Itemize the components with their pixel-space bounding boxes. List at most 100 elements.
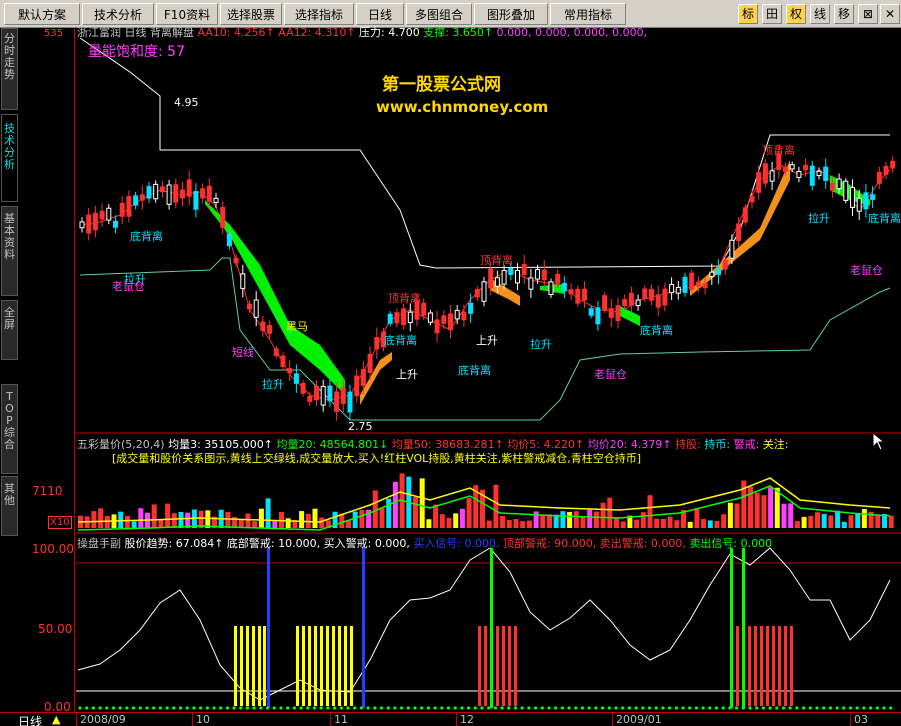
signal-dot [493,706,497,710]
signal-dot [178,706,183,710]
signal-dot [487,706,491,710]
signal-dot [594,706,598,710]
bottom-alert-bar [326,626,329,706]
support-value: 支撑: 3.650↑ [423,26,494,39]
candle-body [206,185,212,202]
signal-dot [674,706,678,710]
menu-multi-chart[interactable]: 多图组合 [406,3,472,25]
candle-body [468,302,474,314]
menu-select-stock[interactable]: 选择股票 [220,3,282,25]
signal-dot [634,706,638,710]
tab-other[interactable]: 其他 [1,476,18,536]
signal-dot [225,706,229,710]
signal-dot [219,706,223,710]
signal-dot [547,706,551,710]
signal-bar [490,548,493,708]
candle-body [119,202,125,217]
line-tool-button[interactable]: 线 [810,4,830,24]
signal-dot [654,706,658,710]
candle-body [481,281,487,302]
top-alert-bar [778,626,781,706]
candle-body [247,303,252,310]
bottom-alert-bar [332,626,335,706]
candle-body [280,355,286,367]
signal-dot [741,706,745,710]
volume-bar [225,511,231,528]
chart-annotation: 老鼠仓 [594,368,627,381]
candle-body [608,308,614,318]
menu-select-indicator[interactable]: 选择指标 [284,3,354,25]
top-alert-bar [772,626,775,706]
volume-bar [178,511,184,528]
restore-icon[interactable]: ⊠ [858,4,878,24]
volume-bar [573,511,579,528]
signal-dot [755,706,759,710]
candle-body [387,313,393,324]
volume-bar [560,511,566,528]
signal-dot [862,706,866,710]
menu-default-scheme[interactable]: 默认方案 [4,3,80,25]
candle-body [535,269,541,280]
candle-body [749,195,755,203]
menu-f10[interactable]: F10资料 [156,3,218,25]
volume-bar [198,510,204,528]
period-arrow-icon[interactable]: ▲ [52,713,60,726]
volume-bar [359,510,365,528]
move-tool-button[interactable]: 移 [834,4,854,24]
tab-fullscreen[interactable]: 全屏 [1,300,18,360]
volume-bar [667,516,673,528]
date-label: 11 [330,713,348,726]
signal-dot [500,706,504,710]
signal-dot [534,706,538,710]
volume-bar [279,512,284,528]
tab-technical[interactable]: 技术分析 [1,114,18,202]
candle-body [742,207,748,223]
volume-bar [882,514,887,528]
volume-bar [868,511,874,528]
grid-tool-button[interactable]: 田 [762,4,782,24]
candle-body [588,308,594,316]
period-tab[interactable]: 日线 [18,713,42,726]
candle-body [642,288,648,299]
volume-bar [727,502,733,528]
volume-bar [687,521,693,528]
signal-bar [267,548,270,708]
volume-bar [513,519,519,528]
signal-dot [641,706,645,710]
bottom-alert-bar [240,626,243,706]
signal-dot [714,706,719,710]
candle-body [360,368,366,386]
menu-common-indicator[interactable]: 常用指标 [550,3,626,25]
signal-dot [440,706,444,710]
menu-overlay[interactable]: 图形叠加 [474,3,548,25]
rights-tool-button[interactable]: 权 [786,4,806,24]
osc-bottom: 底部警戒: 10.000, [226,537,321,550]
signal-dot [266,706,270,710]
volume-note: [成交量和股价关系图示,黄线上交绿线,成交量放大,买入!红柱VOL持股,黄柱关注… [112,452,642,465]
bottom-alert-bar [234,626,237,706]
chart-annotation: 短线 [232,346,254,359]
volume-bar [346,520,351,528]
tab-intraday[interactable]: 分时走势 [1,28,18,110]
volume-bar [540,515,546,528]
signal-dot [433,706,437,710]
mark-tool-button[interactable]: 标 [738,4,758,24]
menu-technical-analysis[interactable]: 技术分析 [82,3,154,25]
volume-bar [406,476,412,528]
close-icon[interactable]: ✕ [880,4,900,24]
candle-body [829,182,835,191]
volume-bar [500,516,506,528]
candle-body [213,197,219,203]
tab-top-overview[interactable]: TOP综合 [1,384,18,474]
signal-dot [815,706,819,710]
chart-annotation: 顶背离 [480,254,513,267]
bottom-alert-bar [296,626,299,706]
tab-fundamentals[interactable]: 基本资料 [1,206,18,296]
trend-oscillator-line [77,547,891,701]
price-header: 浙江富润 日线 背离解盘 AA10: 4.256↑ AA12: 4.310↑ 压… [77,24,647,40]
candle-body [126,195,132,217]
volume-bar [875,515,881,528]
menu-daily[interactable]: 日线 [356,3,404,25]
volume-bar [681,509,686,528]
date-axis-bar: 日线 ▲ 2008/09 10 11 12 2009/01 03 [0,712,901,726]
